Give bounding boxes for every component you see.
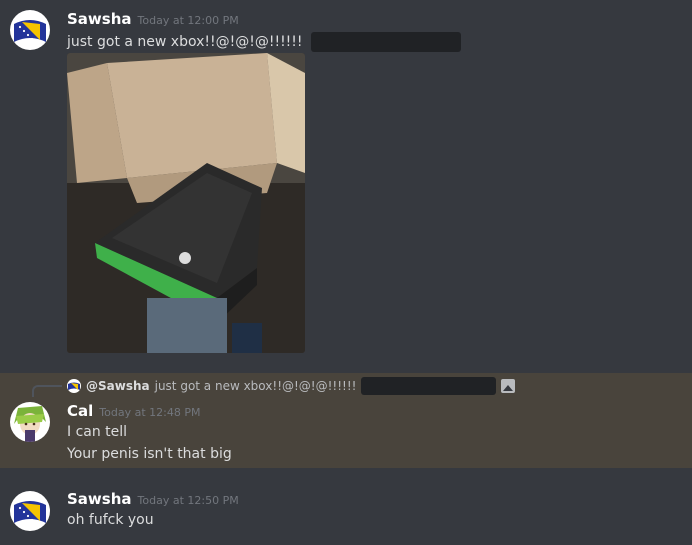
timestamp[interactable]: Today at 12:50 PM (138, 494, 239, 507)
sawsha-avatar[interactable] (10, 491, 50, 531)
cal-avatar[interactable] (10, 402, 50, 442)
message-header: Cal Today at 12:48 PM (67, 402, 200, 420)
message-text: just got a new xbox!!@!@!@!!!!!! (67, 32, 461, 52)
bosnia-flag-icon (10, 491, 50, 531)
username[interactable]: Sawsha (67, 490, 132, 508)
bosnia-flag-icon (10, 10, 50, 50)
reply-preview[interactable]: @Sawsha just got a new xbox!!@!@!@!!!!!! (67, 377, 516, 395)
xbox-photo-image (67, 53, 305, 353)
image-icon (501, 379, 516, 393)
timestamp[interactable]: Today at 12:48 PM (99, 406, 200, 419)
image-attachment[interactable] (67, 53, 305, 353)
message-header: Sawsha Today at 12:50 PM (67, 490, 239, 508)
message-3: Sawsha Today at 12:50 PM oh fufck you (0, 485, 692, 545)
username[interactable]: Sawsha (67, 10, 132, 28)
reply-spoiler-block[interactable] (361, 377, 497, 395)
reply-text: just got a new xbox!!@!@!@!!!!!! (154, 379, 357, 393)
sawsha-avatar[interactable] (10, 10, 50, 50)
spoiler-block[interactable] (310, 32, 461, 52)
message-line-1: I can tell (67, 424, 128, 440)
message-text: oh fufck you (67, 512, 154, 528)
message-text-body: just got a new xbox!!@!@!@!!!!!! (67, 34, 303, 50)
message-line-2: Your penis isn't that big (67, 446, 232, 462)
message-header: Sawsha Today at 12:00 PM (67, 10, 239, 28)
timestamp[interactable]: Today at 12:00 PM (138, 14, 239, 27)
reply-username[interactable]: @Sawsha (86, 379, 150, 393)
message-1: Sawsha Today at 12:00 PM just got a new … (0, 0, 692, 370)
reply-avatar-icon (67, 379, 81, 393)
anime-character-icon (10, 402, 50, 442)
message-2: Cal Today at 12:48 PM I can tell Your pe… (0, 395, 692, 470)
username[interactable]: Cal (67, 402, 93, 420)
